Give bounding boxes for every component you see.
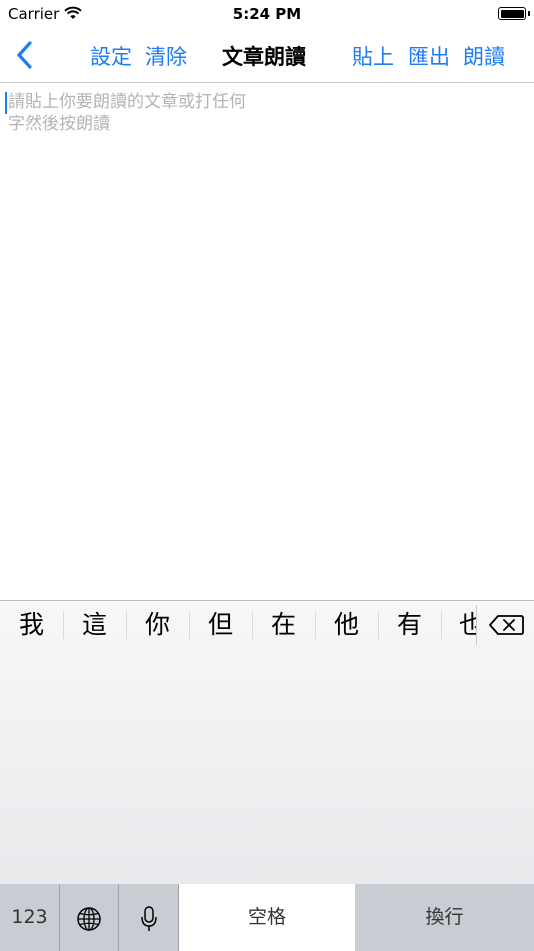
keyboard-bottom-row: 123 空格 換行 bbox=[0, 884, 534, 951]
candidate-word[interactable]: 你 bbox=[126, 601, 189, 649]
status-time: 5:24 PM bbox=[232, 5, 302, 23]
settings-button[interactable]: 設定 bbox=[90, 41, 132, 71]
export-button[interactable]: 匯出 bbox=[408, 41, 450, 71]
read-aloud-button[interactable]: 朗讀 bbox=[463, 41, 505, 71]
backspace-icon[interactable] bbox=[477, 601, 534, 649]
clear-button[interactable]: 清除 bbox=[145, 41, 187, 71]
candidate-word[interactable]: 但 bbox=[189, 601, 252, 649]
chevron-left-icon[interactable] bbox=[14, 40, 36, 70]
placeholder-line-1: 請貼上你要朗讀的文章或打任何 bbox=[8, 92, 246, 112]
status-bar: Carrier 5:24 PM bbox=[0, 0, 534, 28]
space-key[interactable]: 空格 bbox=[179, 884, 355, 951]
microphone-icon bbox=[140, 905, 157, 931]
candidate-word[interactable]: 這 bbox=[63, 601, 126, 649]
dictation-key[interactable] bbox=[119, 884, 179, 951]
globe-icon bbox=[77, 906, 101, 931]
editor-placeholder: 請貼上你要朗讀的文章或打任何 字然後按朗讀 bbox=[8, 91, 288, 135]
text-cursor bbox=[5, 92, 7, 114]
return-key[interactable]: 換行 bbox=[355, 884, 534, 951]
numbers-key[interactable]: 123 bbox=[0, 884, 60, 951]
battery-tip bbox=[528, 11, 530, 16]
battery-level bbox=[500, 9, 524, 18]
globe-key[interactable] bbox=[60, 884, 119, 951]
candidate-word[interactable]: 有 bbox=[378, 601, 441, 649]
page-title: 文章朗讀 bbox=[222, 45, 306, 69]
candidate-bar: 我 這 你 但 在 他 有 也 bbox=[0, 601, 534, 649]
candidate-word[interactable]: 也 bbox=[441, 601, 476, 649]
candidate-word[interactable]: 在 bbox=[252, 601, 315, 649]
navigation-bar: 設定 清除 文章朗讀 貼上 匯出 朗讀 bbox=[0, 28, 534, 83]
candidate-word[interactable]: 我 bbox=[0, 601, 63, 649]
text-editor[interactable] bbox=[0, 83, 534, 600]
keyboard: 我 這 你 但 在 他 有 也 123 空格 換行 bbox=[0, 600, 534, 951]
candidate-word[interactable]: 他 bbox=[315, 601, 378, 649]
placeholder-line-2: 字然後按朗讀 bbox=[8, 114, 110, 134]
paste-button[interactable]: 貼上 bbox=[352, 41, 394, 71]
battery-icon bbox=[498, 7, 526, 20]
